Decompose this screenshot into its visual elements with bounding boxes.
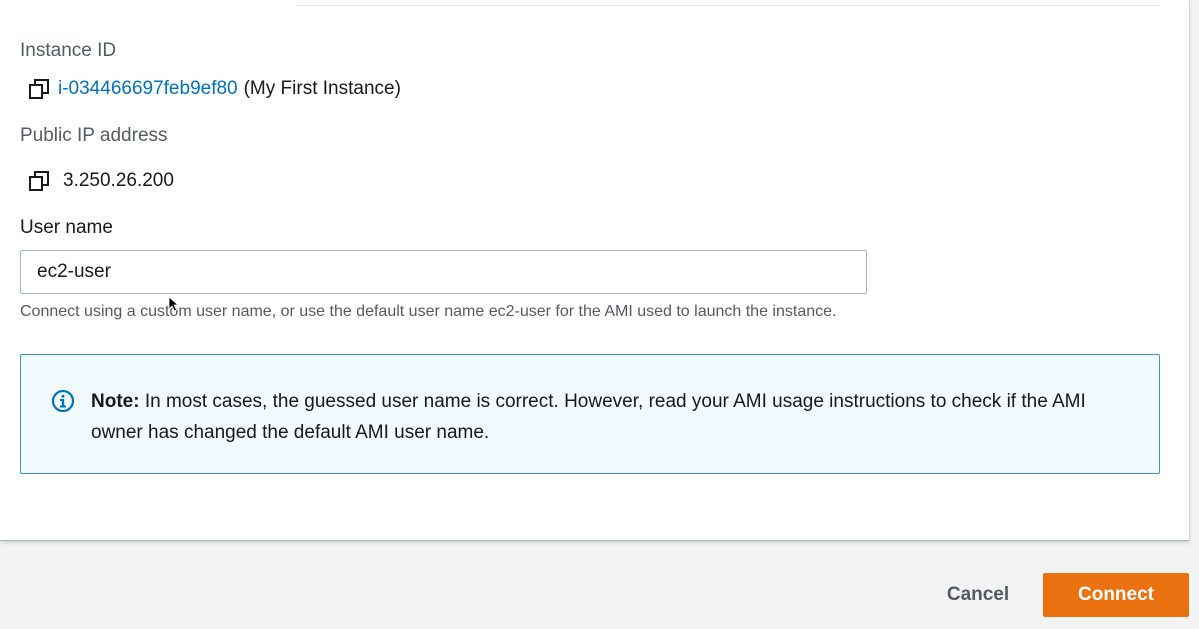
copy-icon[interactable]: [28, 78, 50, 100]
cancel-button[interactable]: Cancel: [928, 573, 1028, 617]
user-name-hint: Connect using a custom user name, or use…: [20, 303, 837, 320]
user-name-input[interactable]: [20, 250, 867, 294]
note-body: In most cases, the guessed user name is …: [91, 391, 1086, 443]
instance-id-link[interactable]: i-034466697feb9ef80: [58, 78, 238, 100]
divider: [296, 0, 1160, 6]
connect-panel: Instance ID i-034466697feb9ef80 (My Firs…: [0, 0, 1190, 541]
instance-name: (My First Instance): [243, 78, 401, 99]
mouse-cursor-icon: [168, 296, 180, 312]
public-ip-value: 3.250.26.200: [63, 170, 174, 191]
public-ip-row: 3.250.26.200: [28, 170, 174, 192]
public-ip-label: Public IP address: [20, 125, 168, 146]
instance-id-label: Instance ID: [20, 40, 117, 61]
note-title: Note:: [91, 391, 140, 412]
user-name-label: User name: [20, 217, 113, 238]
info-alert-text: Note: In most cases, the guessed user na…: [91, 386, 1131, 448]
info-icon: [51, 389, 75, 413]
connect-button[interactable]: Connect: [1043, 573, 1189, 617]
instance-id-row: i-034466697feb9ef80 (My First Instance): [28, 78, 401, 100]
info-alert: Note: In most cases, the guessed user na…: [20, 354, 1160, 474]
copy-icon[interactable]: [28, 170, 50, 192]
